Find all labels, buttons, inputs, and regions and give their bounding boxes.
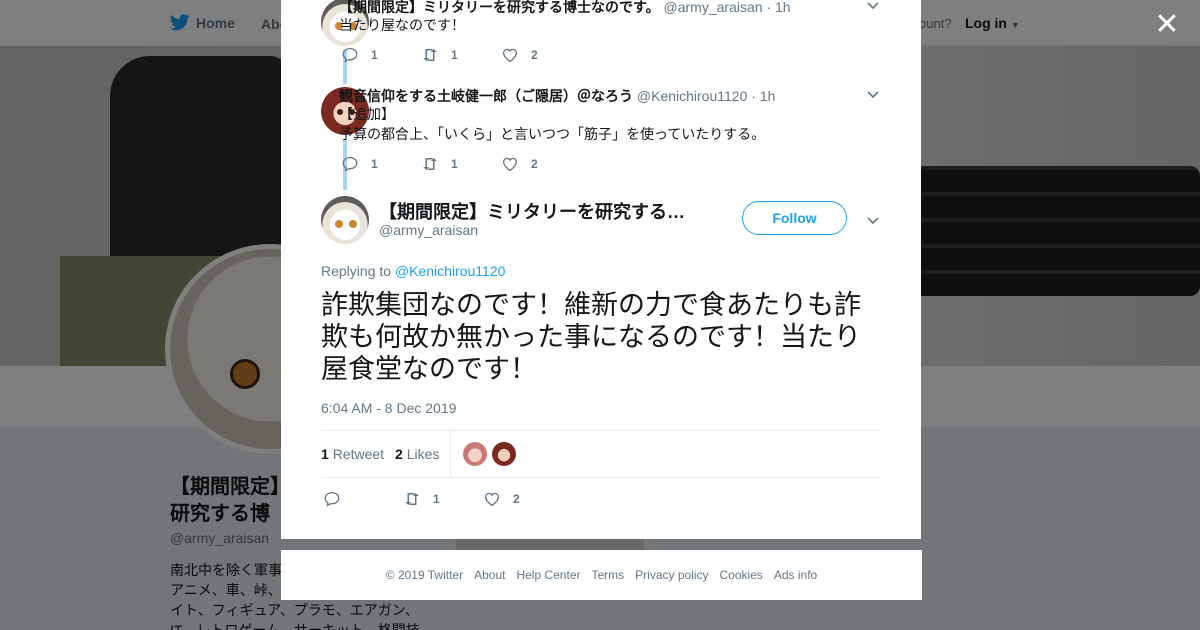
retweet-icon [423,49,437,61]
reply-text: 当たり屋なのです！ [339,15,465,35]
heart-icon [502,48,518,63]
reply-button[interactable]: 1 [341,46,421,64]
footer-link-about[interactable]: About [474,568,505,582]
replying-to-prefix: Replying to [321,263,392,279]
retweet-count: 1 [433,492,440,506]
retweet-count: 1 [451,48,458,62]
reply-author-name[interactable]: 観音信仰をする土岐健一郎（ご隠居）＠なろう [339,88,633,104]
reply-text-line: 当たり屋なのです！ [339,17,465,33]
follow-button[interactable]: Follow [742,201,847,235]
chevron-down-icon[interactable] [866,213,880,227]
likes-stat[interactable]: 2 Likes [395,446,439,462]
retweet-icon [405,493,419,505]
main-tweet-avatar[interactable] [321,196,369,244]
retweets-stat[interactable]: 1 Retweet [321,446,384,462]
stats-divider [450,431,451,477]
tweet-permalink-modal: 【期間限定】ミリタリーを研究する博士なのです。 @army_araisan · … [281,0,921,539]
reply-icon [342,47,358,63]
retweet-count: 1 [451,157,458,171]
replying-to-link[interactable]: @Kenichirou1120 [395,263,505,279]
liker-avatar[interactable] [492,442,516,466]
modal-footer: © 2019 Twitter About Help Center Terms P… [281,550,922,600]
retweet-button[interactable]: 1 [403,490,483,508]
footer-link-cookies[interactable]: Cookies [720,568,763,582]
main-tweet-author-name[interactable]: 【期間限定】ミリタリーを研究する… [379,198,685,224]
main-tweet-actions: 1 2 [323,490,563,508]
footer-link-terms[interactable]: Terms [591,568,624,582]
main-tweet-text: 詐欺集団なのです！維新の力で食あたりも詐欺も何故か無かった事になるのです！当たり… [321,290,861,384]
heart-icon [502,157,518,172]
main-tweet-author-handle[interactable]: @army_araisan [379,222,478,238]
reply-button[interactable] [323,490,403,508]
reply-header: 観音信仰をする土岐健一郎（ご隠居）＠なろう @Kenichirou1120 · … [339,86,775,106]
like-count: 2 [513,492,520,506]
footer-copyright: © 2019 Twitter [385,568,464,582]
retweets-count: 1 [321,446,329,462]
heart-icon [484,492,500,507]
reply-text: 【追加】 予算の都合上、「いくら」と言いつつ「筋子」を使っていたりする。 [339,104,765,144]
reply-actions: 1 1 2 [341,46,581,64]
chevron-down-icon[interactable] [866,87,880,101]
retweet-button[interactable]: 1 [421,46,501,64]
retweets-label: Retweet [332,446,385,462]
reply-time[interactable]: · 1h [751,88,775,104]
like-count: 2 [531,157,538,171]
reply-author-handle[interactable]: @army_araisan [664,0,763,15]
footer-link-ads-info[interactable]: Ads info [774,568,817,582]
likes-count: 2 [395,446,403,462]
likes-label: Likes [406,446,440,462]
reply-count: 1 [371,48,378,62]
like-button[interactable]: 2 [501,46,581,64]
main-tweet-timestamp[interactable]: 6:04 AM - 8 Dec 2019 [321,400,456,416]
replying-to: Replying to @Kenichirou1120 [321,263,505,279]
tweet-stats: 1 Retweet 2 Likes [321,430,881,478]
like-count: 2 [531,48,538,62]
reply-author-name[interactable]: 【期間限定】ミリタリーを研究する博士なのです。 [339,0,660,15]
footer-link-help-center[interactable]: Help Center [516,568,580,582]
reply-author-handle[interactable]: @Kenichirou1120 [637,88,747,104]
retweet-button[interactable]: 1 [421,155,501,173]
like-button[interactable]: 2 [501,155,581,173]
reply-actions: 1 1 2 [341,155,581,173]
reply-time[interactable]: · 1h [766,0,790,15]
close-icon[interactable]: ✕ [1152,10,1182,40]
reply-text-line: 【追加】 [339,106,395,122]
reply-icon [342,156,358,172]
reply-count: 1 [371,157,378,171]
reply-icon [324,491,340,507]
liker-avatar[interactable] [463,442,487,466]
like-button[interactable]: 2 [483,490,563,508]
chevron-down-icon[interactable] [866,0,880,12]
retweet-icon [423,158,437,170]
reply-button[interactable]: 1 [341,155,421,173]
reply-text-line: 予算の都合上、「いくら」と言いつつ「筋子」を使っていたりする。 [339,126,766,142]
footer-link-privacy-policy[interactable]: Privacy policy [635,568,708,582]
